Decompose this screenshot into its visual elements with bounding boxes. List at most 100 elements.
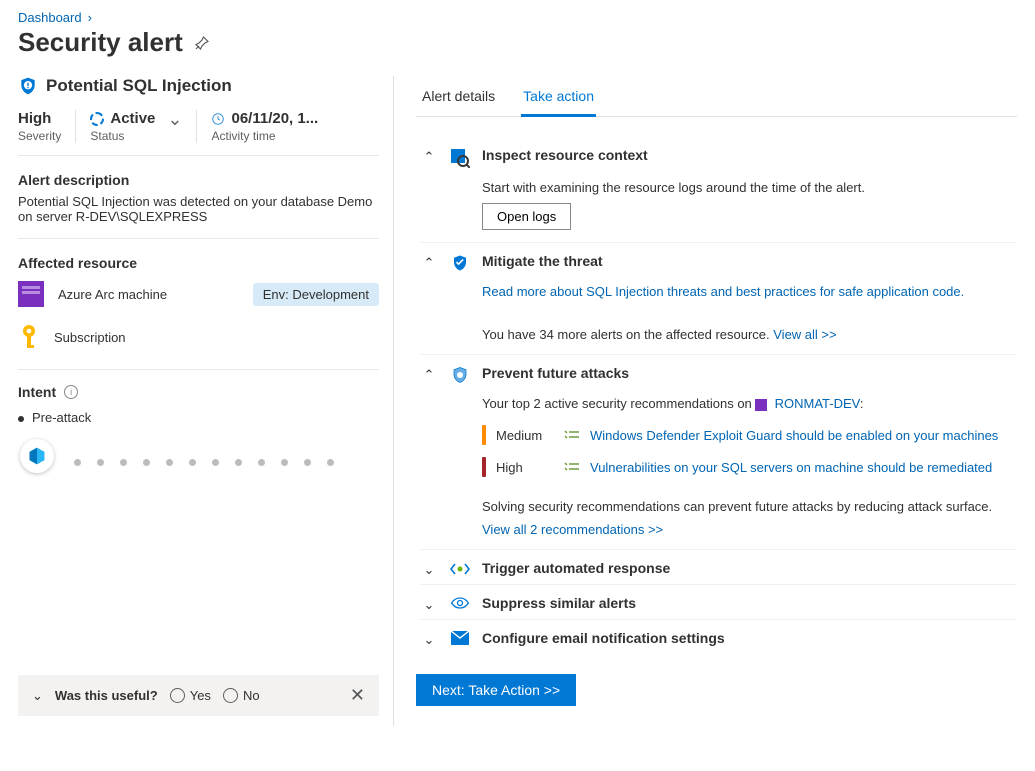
intent-heading-row: Intent i [18, 384, 379, 400]
open-logs-button[interactable]: Open logs [482, 203, 571, 230]
activity-value: 06/11/20, 1... [231, 110, 318, 127]
section-title: Configure email notification settings [482, 630, 725, 646]
section-title: Suppress similar alerts [482, 595, 636, 611]
prevent-icon [450, 366, 470, 384]
spinner-icon [90, 112, 104, 126]
chevron-up-icon[interactable]: ⌃ [420, 367, 438, 383]
mitigate-icon [450, 254, 470, 272]
trigger-icon [450, 561, 470, 577]
intent-heading: Intent [18, 384, 56, 400]
chevron-up-icon[interactable]: ⌃ [420, 255, 438, 271]
status-value: Active [110, 110, 155, 127]
section-trigger[interactable]: ⌄ Trigger automated response [420, 549, 1017, 584]
page-root: Dashboard › Security alert Potential SQL… [0, 0, 1035, 771]
vm-icon [18, 281, 44, 307]
rec-severity: Medium [496, 428, 554, 443]
feedback-bar: ⌄ Was this useful? Yes No ✕ [18, 675, 379, 716]
alert-summary-panel: Potential SQL Injection High Severity Ac… [18, 76, 394, 726]
rec-link[interactable]: Vulnerabilities on your SQL servers on m… [590, 460, 992, 475]
breadcrumb: Dashboard › [18, 10, 1017, 25]
tab-take-action[interactable]: Take action [521, 80, 596, 117]
chevron-down-icon[interactable]: ⌄ [32, 688, 43, 704]
email-icon [450, 631, 470, 645]
rec-row: High Vulnerabilities on your SQL servers… [482, 451, 1017, 483]
mitigate-more-text: You have 34 more alerts on the affected … [482, 327, 773, 342]
feedback-prompt: Was this useful? [55, 688, 158, 703]
mitigate-link[interactable]: Read more about SQL Injection threats an… [482, 284, 964, 299]
chevron-down-icon[interactable]: ⌄ [420, 632, 438, 648]
accordion: ⌃ Inspect resource context Start with ex… [416, 137, 1017, 654]
tab-alert-details[interactable]: Alert details [420, 80, 497, 116]
mitigate-body: Read more about SQL Injection threats an… [482, 284, 1017, 342]
checklist-icon [564, 460, 580, 474]
prevent-body: Your top 2 active security recommendatio… [482, 396, 1017, 537]
chevron-down-icon[interactable]: ⌄ [420, 562, 438, 578]
resource-label: Subscription [54, 330, 126, 345]
alert-name: Potential SQL Injection [46, 76, 232, 96]
detail-panel: Alert details Take action ⌃ Inspect reso… [416, 76, 1017, 726]
status-block[interactable]: Active Status ⌄ [90, 110, 197, 143]
alert-header: Potential SQL Injection [18, 76, 379, 96]
section-inspect: ⌃ Inspect resource context [420, 137, 1017, 174]
severity-value: High [18, 110, 61, 127]
activity-label: Activity time [211, 129, 318, 143]
severity-block: High Severity [18, 110, 76, 143]
chevron-down-icon[interactable]: ⌄ [420, 597, 438, 613]
description-section: Alert description Potential SQL Injectio… [18, 172, 379, 239]
inspect-body: Start with examining the resource logs a… [482, 180, 1017, 230]
shield-icon [18, 76, 38, 96]
rec-link[interactable]: Windows Defender Exploit Guard should be… [590, 428, 998, 443]
severity-bar-icon [482, 457, 486, 477]
tab-bar: Alert details Take action [416, 80, 1017, 117]
section-title: Mitigate the threat [482, 253, 603, 269]
inspect-icon [450, 148, 470, 168]
section-mitigate: ⌃ Mitigate the threat [420, 242, 1017, 278]
rec-row: Medium Windows Defender Exploit Guard sh… [482, 419, 1017, 451]
activity-block: 06/11/20, 1... Activity time [211, 110, 332, 143]
suppress-icon [450, 596, 470, 610]
prevent-intro: Your top 2 active security recommendatio… [482, 396, 755, 411]
view-all-alerts-link[interactable]: View all >> [773, 327, 836, 342]
prevent-resource-link[interactable]: RONMAT-DEV [775, 396, 860, 411]
section-title: Prevent future attacks [482, 365, 629, 381]
timeline-current-icon [20, 439, 54, 473]
checklist-icon [564, 428, 580, 442]
chevron-right-icon: › [88, 10, 92, 25]
prevent-footer: Solving security recommendations can pre… [482, 499, 1017, 514]
resource-subscription[interactable]: Subscription [18, 323, 379, 351]
info-icon[interactable]: i [64, 385, 78, 399]
resource-arc-machine[interactable]: Azure Arc machine Env: Development [18, 281, 379, 307]
breadcrumb-dashboard[interactable]: Dashboard [18, 10, 82, 25]
page-title: Security alert [18, 27, 183, 58]
next-take-action-button[interactable]: Next: Take Action >> [416, 674, 576, 706]
severity-label: Severity [18, 129, 61, 143]
affected-section: Affected resource Azure Arc machine Env:… [18, 255, 379, 370]
clock-icon [211, 112, 225, 126]
rec-severity: High [496, 460, 554, 475]
inspect-text: Start with examining the resource logs a… [482, 180, 1017, 195]
description-heading: Alert description [18, 172, 379, 188]
section-title: Trigger automated response [482, 560, 670, 576]
section-prevent: ⌃ Prevent future attacks [420, 354, 1017, 390]
section-title: Inspect resource context [482, 147, 648, 163]
alert-meta-row: High Severity Active Status ⌄ 06/11/20, … [18, 110, 379, 156]
chevron-up-icon[interactable]: ⌃ [420, 149, 438, 165]
status-label: Status [90, 129, 155, 143]
feedback-no[interactable]: No [223, 688, 260, 703]
chevron-down-icon[interactable]: ⌄ [167, 110, 182, 128]
page-title-bar: Security alert [18, 27, 1017, 58]
close-icon[interactable]: ✕ [350, 685, 365, 706]
intent-timeline [18, 447, 379, 477]
intent-stage: Pre-attack [18, 410, 379, 425]
vm-small-icon [755, 399, 767, 411]
key-icon [18, 323, 40, 351]
resource-label: Azure Arc machine [58, 287, 167, 302]
severity-bar-icon [482, 425, 486, 445]
section-suppress[interactable]: ⌄ Suppress similar alerts [420, 584, 1017, 619]
view-all-recs-link[interactable]: View all 2 recommendations >> [482, 522, 663, 537]
feedback-yes[interactable]: Yes [170, 688, 211, 703]
section-email[interactable]: ⌄ Configure email notification settings [420, 619, 1017, 654]
pin-icon[interactable] [193, 34, 211, 52]
description-text: Potential SQL Injection was detected on … [18, 194, 379, 239]
env-tag: Env: Development [253, 283, 379, 306]
